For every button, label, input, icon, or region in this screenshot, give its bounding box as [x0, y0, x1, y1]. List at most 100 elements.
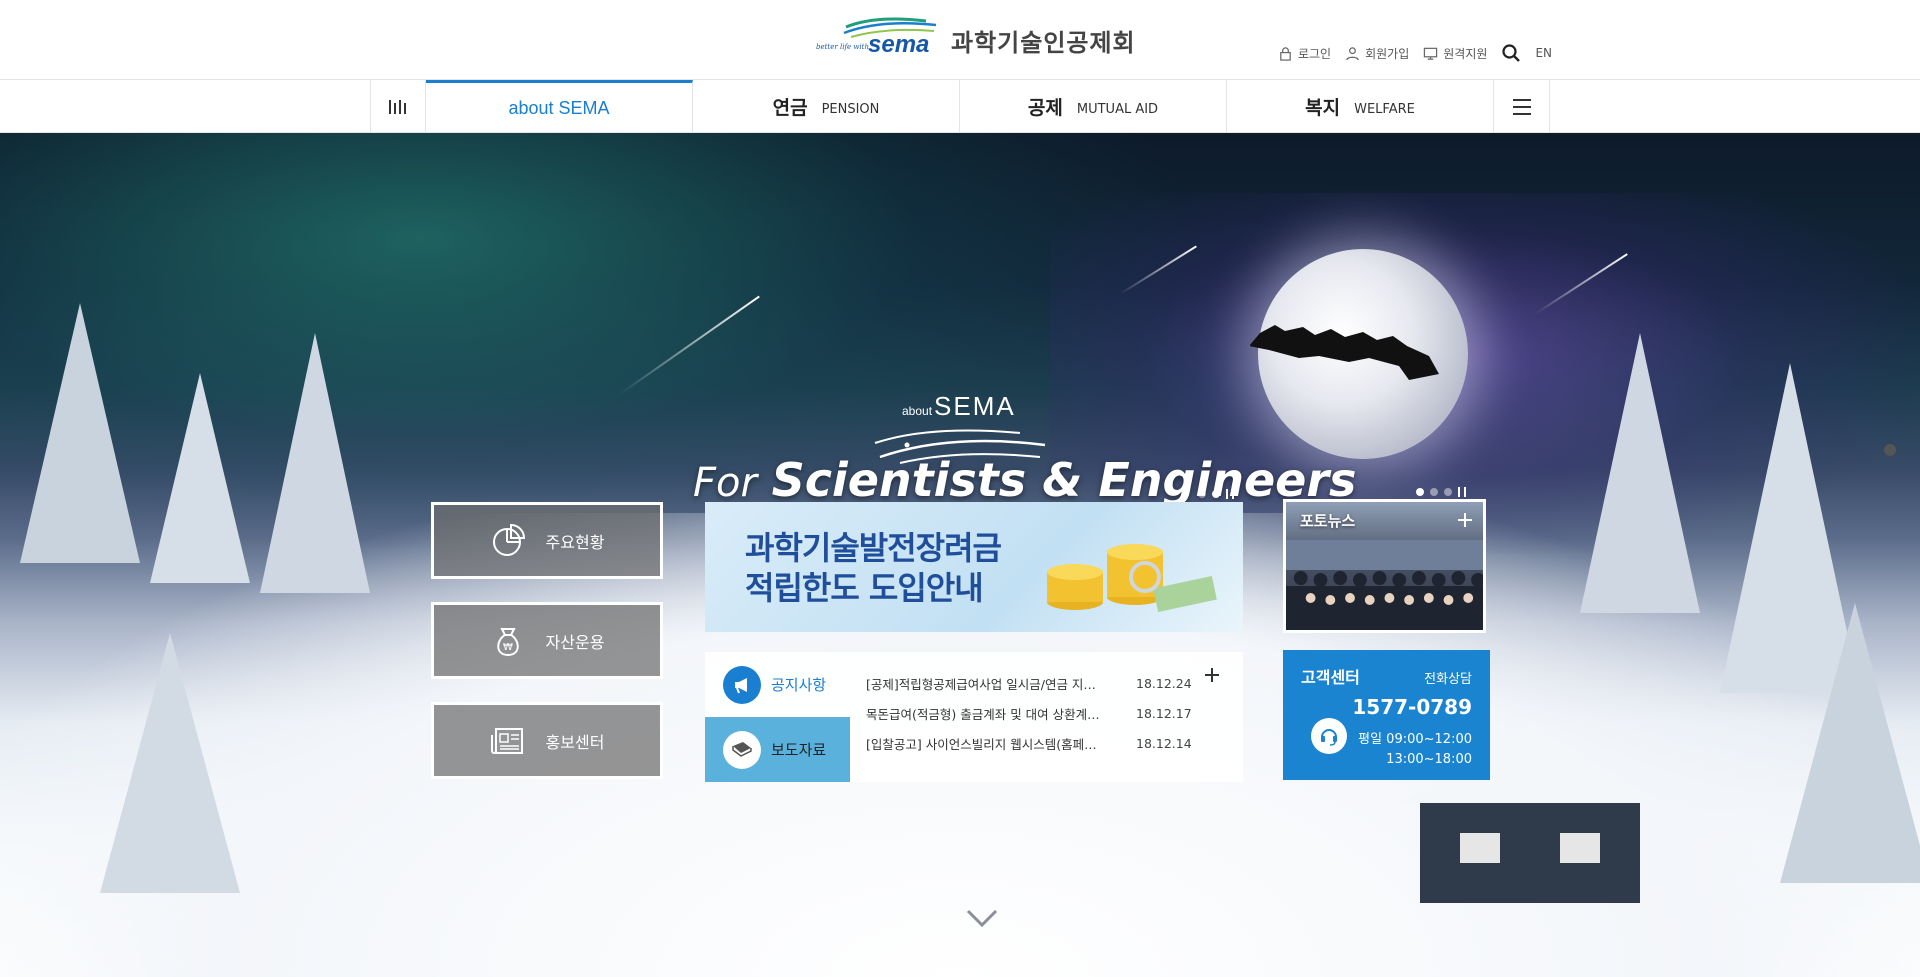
language-en-link[interactable]: EN [1535, 46, 1552, 60]
customer-center[interactable]: 고객센터 전화상담 1577-0789 평일 09:00~12:00 13:00… [1283, 650, 1490, 780]
tab-label-ko: 공제 [1027, 97, 1063, 119]
banner-slider-controls [1198, 489, 1234, 499]
coins-illustration [1047, 544, 1217, 612]
monitor-icon [1424, 47, 1438, 60]
logo-tagline: better life with [816, 43, 869, 51]
hero-about-big: SEMA [934, 391, 1016, 421]
hero-section: about SEMA For Scientists & Engineers 주요… [0, 133, 1920, 977]
news-title: [공제]적립형공제급여사업 일시금/연금 지급방식 변경 안내 [866, 676, 1106, 692]
photo-news[interactable]: 포토뉴스 [1283, 499, 1486, 633]
side-indicator-dot[interactable] [1884, 444, 1896, 456]
logo-title: 과학기술인공제회 [951, 29, 1136, 57]
news-date: 18.12.17 [1136, 705, 1192, 721]
logo-mark: better life with sema [816, 13, 941, 61]
plus-icon[interactable] [1203, 666, 1221, 684]
search-icon[interactable] [1501, 43, 1521, 63]
headset-icon [1311, 718, 1347, 754]
tab-about-label: about SEMA [508, 97, 610, 118]
banner-line-1: 과학기술발전장려금 [745, 529, 1002, 567]
tab-pension[interactable]: 연금 PENSION [693, 80, 960, 133]
tagline-for: For [693, 460, 757, 506]
sitemap-button[interactable] [371, 80, 426, 133]
snow-tree [100, 633, 240, 893]
slider-dot[interactable] [1444, 488, 1452, 496]
list-item[interactable]: 목돈급여(적금형) 출금계좌 및 대여 상환계좌 변경 안내 18.12.17 [866, 698, 1243, 728]
snow-tree [260, 333, 370, 593]
cs-title: 고객센터 [1301, 668, 1360, 687]
megaphone-icon [723, 665, 761, 704]
top-header: better life with sema 과학기술인공제회 로그인 회원가입 … [0, 0, 1920, 80]
hero-about-sema-logo: about SEMA [902, 391, 1016, 422]
group-photo [1286, 540, 1483, 630]
cs-hours: 평일 09:00~12:00 13:00~18:00 [1358, 730, 1472, 770]
list-item[interactable]: [입찰공고] 사이언스빌리지 웹시스템(홈페이지) 구축 사업 18.12.14 [866, 728, 1243, 758]
pie-chart-icon [492, 523, 525, 556]
lock-icon [1280, 46, 1291, 61]
chevron-down-icon[interactable] [965, 908, 999, 928]
cs-sub: 전화상담 [1424, 672, 1472, 687]
book-icon [723, 730, 761, 769]
tab-label-ko: 연금 [772, 97, 808, 119]
slider-dot[interactable] [1430, 488, 1438, 496]
login-label: 로그인 [1297, 46, 1332, 61]
news-board: 공지사항 보도자료 [공제]적립형공제급여사업 일시금/연금 지급방식 변경 안… [705, 652, 1243, 782]
photo-news-title: 포토뉴스 [1300, 512, 1356, 530]
news-title: [입찰공고] 사이언스빌리지 웹시스템(홈페이지) 구축 사업 [866, 736, 1106, 752]
site-logo[interactable]: better life with sema 과학기술인공제회 [816, 12, 1136, 62]
pause-icon[interactable] [1458, 487, 1466, 497]
plus-icon[interactable] [1457, 512, 1473, 528]
tab-label-en: MUTUAL AID [1076, 102, 1159, 117]
snow-tree [1580, 333, 1700, 613]
svg-text:₩: ₩ [503, 642, 513, 653]
quick-link-pr-center[interactable]: 홍보센터 [431, 702, 663, 779]
cs-phone: 1577-0789 [1352, 695, 1472, 719]
tab-press-label: 보도자료 [771, 741, 827, 759]
tab-welfare[interactable]: 복지 WELFARE [1227, 80, 1494, 133]
banner-line-2: 적립한도 도입안내 [745, 569, 984, 607]
slider-dot[interactable] [1416, 488, 1424, 496]
utility-menu: 로그인 회원가입 원격지원 EN [1278, 43, 1920, 63]
snow-tree [20, 303, 140, 563]
snow-tree [150, 373, 250, 583]
promo-banner[interactable]: 과학기술발전장려금 적립한도 도입안내 [705, 502, 1243, 632]
remote-label: 원격지원 [1443, 46, 1488, 61]
remote-support-link[interactable]: 원격지원 [1423, 45, 1487, 62]
tagline-main: Scientists & Engineers [771, 453, 1357, 507]
join-label: 회원가입 [1365, 46, 1410, 61]
news-title: 목돈급여(적금형) 출금계좌 및 대여 상환계좌 변경 안내 [866, 706, 1106, 722]
hero-about-small: about [902, 404, 933, 418]
santa-sleigh-silhouette [1250, 325, 1439, 380]
tab-label-ko: 복지 [1305, 97, 1341, 119]
quick-link-label: 홍보센터 [545, 732, 605, 752]
news-list: [공제]적립형공제급여사업 일시금/연금 지급방식 변경 안내 18.12.24… [850, 652, 1243, 782]
hamburger-icon [1512, 98, 1531, 115]
tab-about-sema[interactable]: about SEMA [426, 80, 693, 133]
tab-notice[interactable]: 공지사항 [705, 652, 850, 717]
tab-notice-label: 공지사항 [771, 676, 827, 694]
cs-hours-line-1: 평일 09:00~12:00 [1358, 732, 1472, 747]
quick-link-asset[interactable]: ₩ 자산운용 [431, 602, 663, 679]
pause-icon[interactable] [1226, 489, 1234, 499]
tab-mutual-aid[interactable]: 공제 MUTUAL AID [960, 80, 1227, 133]
slider-dot[interactable] [1198, 490, 1206, 498]
photo-slider-controls [1416, 487, 1466, 497]
newspaper-icon [490, 727, 523, 754]
list-item[interactable]: [공제]적립형공제급여사업 일시금/연금 지급방식 변경 안내 18.12.24 [866, 668, 1243, 698]
logo-brand: sema [868, 31, 930, 58]
tab-press[interactable]: 보도자료 [705, 717, 850, 782]
quick-link-status[interactable]: 주요현황 [431, 502, 663, 579]
bars-icon [389, 99, 406, 114]
snow-tree [1780, 603, 1920, 883]
quick-link-label: 주요현황 [545, 532, 605, 552]
all-menu-button[interactable] [1494, 80, 1549, 133]
money-bag-icon: ₩ [496, 627, 519, 656]
join-link[interactable]: 회원가입 [1345, 45, 1409, 62]
tab-label-en: PENSION [821, 102, 880, 117]
news-date: 18.12.24 [1136, 675, 1192, 691]
user-icon [1346, 46, 1359, 60]
quick-link-label: 자산운용 [545, 632, 605, 652]
slider-dot[interactable] [1212, 490, 1220, 498]
login-link[interactable]: 로그인 [1278, 45, 1331, 62]
cs-hours-line-2: 13:00~18:00 [1386, 752, 1472, 767]
news-date: 18.12.14 [1136, 735, 1192, 751]
